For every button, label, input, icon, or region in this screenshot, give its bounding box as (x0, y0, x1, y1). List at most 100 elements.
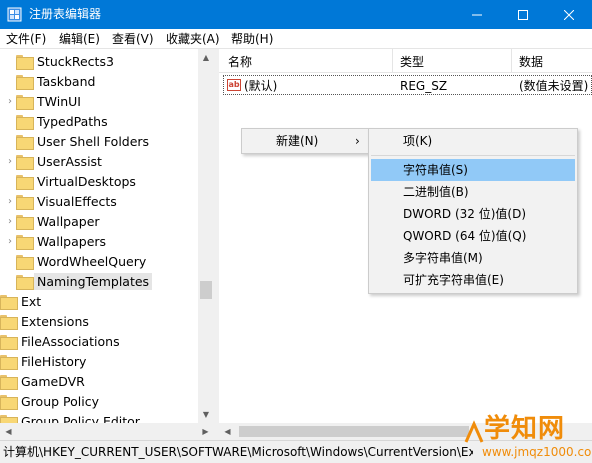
chevron-right-icon[interactable]: › (4, 211, 16, 231)
tree-item[interactable]: › VisualEffects (4, 191, 117, 211)
tree-item[interactable]: TypedPaths (4, 111, 108, 131)
chevron-right-icon[interactable]: › (4, 191, 16, 211)
maximize-icon (518, 9, 528, 20)
expander (4, 271, 16, 291)
tree-item[interactable]: › Wallpaper (4, 211, 100, 231)
close-icon (564, 9, 574, 20)
tree-item[interactable]: › TWinUI (4, 91, 81, 111)
folder-icon (0, 394, 18, 410)
submenu-item-multi-string-value[interactable]: 多字符串值(M) (371, 247, 575, 269)
menu-item-new[interactable]: 新建(N) › (242, 130, 370, 152)
close-button[interactable] (546, 0, 592, 29)
tree-item-label: VisualEffects (37, 193, 117, 209)
tree-item-label: FileAssociations (21, 333, 120, 349)
tree-item[interactable]: Group Policy (0, 391, 99, 411)
tree-item-label: TWinUI (37, 93, 81, 109)
tree-item-selected[interactable]: NamingTemplates (4, 271, 153, 291)
submenu-item-string-value[interactable]: 字符串值(S) (371, 159, 575, 181)
submenu-arrow-icon: › (355, 134, 360, 148)
submenu-item-key[interactable]: 项(K) (371, 130, 575, 152)
tree-item-label: User Shell Folders (37, 133, 150, 149)
new-submenu: 项(K) 字符串值(S) 二进制值(B) DWORD (32 位)值(D) QW… (368, 128, 578, 294)
tree-item[interactable]: Extensions (0, 311, 89, 331)
context-menu: 新建(N) › (241, 128, 371, 154)
expander (4, 251, 16, 271)
list-header: 名称 类型 数据 (219, 49, 592, 73)
scroll-thumb[interactable] (239, 426, 469, 437)
scroll-down-arrow-icon[interactable]: ▼ (198, 406, 214, 423)
submenu-item-qword-value[interactable]: QWORD (64 位)值(Q) (371, 225, 575, 247)
expander (4, 51, 16, 71)
tree-item-label: StuckRects3 (37, 53, 114, 69)
tree-item[interactable]: User Shell Folders (4, 131, 149, 151)
window-title: 注册表编辑器 (29, 7, 102, 21)
folder-icon (16, 134, 34, 150)
minimize-button[interactable] (454, 0, 500, 29)
chevron-right-icon[interactable]: › (4, 231, 16, 251)
folder-icon (0, 374, 18, 390)
string-value-icon: ab (227, 79, 241, 91)
title-bar: 注册表编辑器 (0, 0, 592, 29)
tree-item[interactable]: VirtualDesktops (4, 171, 136, 191)
submenu-item-expandable-string-value[interactable]: 可扩充字符串值(E) (371, 269, 575, 291)
scroll-left-arrow-icon[interactable]: ◀ (0, 423, 17, 440)
tree-item-label: TypedPaths (37, 113, 108, 129)
chevron-right-icon[interactable]: › (4, 151, 16, 171)
tree-item[interactable]: Ext (0, 291, 41, 311)
tree-item-label: VirtualDesktops (37, 173, 136, 189)
registry-tree[interactable]: StuckRects3 Taskband › TWinUI TypedPaths … (0, 49, 214, 423)
scroll-left-arrow-icon[interactable]: ◀ (219, 423, 236, 440)
column-header-type[interactable]: 类型 (400, 55, 424, 69)
folder-icon (16, 114, 34, 130)
tree-item[interactable]: FileHistory (0, 351, 86, 371)
tree-item-label: NamingTemplates (34, 272, 153, 290)
menu-help[interactable]: 帮助(H) (231, 31, 273, 47)
tree-item-label: Ext (21, 293, 42, 309)
chevron-right-icon[interactable]: › (4, 91, 16, 111)
menu-separator (371, 155, 575, 156)
value-data: (数值未设置) (519, 79, 589, 93)
expander (4, 171, 16, 191)
menu-view[interactable]: 查看(V) (112, 31, 154, 47)
expander (4, 71, 16, 91)
submenu-item-dword-value[interactable]: DWORD (32 位)值(D) (371, 203, 575, 225)
tree-item[interactable]: › UserAssist (4, 151, 102, 171)
column-header-name[interactable]: 名称 (228, 55, 252, 69)
menu-file[interactable]: 文件(F) (6, 31, 46, 47)
scroll-thumb[interactable] (200, 281, 212, 299)
scroll-up-arrow-icon[interactable]: ▲ (198, 49, 214, 66)
tree-item[interactable]: FileAssociations (0, 331, 120, 351)
folder-icon (16, 154, 34, 170)
list-row[interactable]: ab (默认) REG_SZ (数值未设置) (223, 75, 592, 95)
folder-icon (16, 74, 34, 90)
submenu-item-binary-value[interactable]: 二进制值(B) (371, 181, 575, 203)
tree-item[interactable]: WordWheelQuery (4, 251, 146, 271)
tree-item-label: WordWheelQuery (37, 253, 147, 269)
tree-vertical-scrollbar[interactable]: ▲ ▼ (198, 49, 214, 423)
menu-edit[interactable]: 编辑(E) (59, 31, 100, 47)
value-type: REG_SZ (400, 79, 448, 93)
regedit-app-icon (7, 7, 22, 22)
folder-icon (0, 334, 18, 350)
column-header-data[interactable]: 数据 (519, 55, 543, 69)
tree-item[interactable]: Group Policy Editor (0, 411, 140, 423)
column-divider[interactable] (511, 49, 512, 73)
tree-item[interactable]: StuckRects3 (4, 51, 114, 71)
folder-icon (16, 274, 34, 290)
scroll-right-arrow-icon[interactable]: ▶ (197, 423, 214, 440)
folder-icon (16, 234, 34, 250)
maximize-button[interactable] (500, 0, 546, 29)
tree-horizontal-scrollbar[interactable]: ◀ ▶ (0, 423, 214, 440)
column-divider[interactable] (392, 49, 393, 73)
folder-icon (0, 314, 18, 330)
tree-item-label: Wallpapers (37, 233, 107, 249)
tree-item[interactable]: › Wallpapers (4, 231, 106, 251)
menu-favorites[interactable]: 收藏夹(A) (166, 31, 220, 47)
tree-item-label: UserAssist (37, 153, 102, 169)
tree-item-label: Group Policy (21, 393, 99, 409)
tree-item[interactable]: GameDVR (0, 371, 85, 391)
folder-icon (0, 294, 18, 310)
folder-icon (16, 254, 34, 270)
current-key-path: 计算机\HKEY_CURRENT_USER\SOFTWARE\Microsoft… (3, 445, 473, 459)
tree-item[interactable]: Taskband (4, 71, 95, 91)
